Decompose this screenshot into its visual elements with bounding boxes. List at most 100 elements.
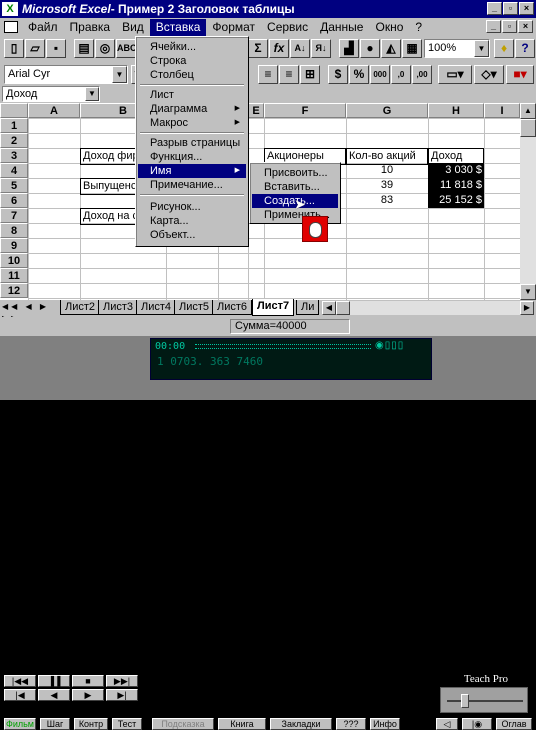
- grid-icon[interactable]: ▦: [402, 39, 422, 58]
- cell-g4[interactable]: 10: [346, 163, 428, 178]
- spelling-icon[interactable]: ABC: [116, 39, 137, 58]
- pause-icon[interactable]: ▐▐: [38, 675, 70, 687]
- menu-item-macro[interactable]: Макрос ▶: [138, 116, 246, 130]
- menu-item-map[interactable]: Карта...: [138, 214, 189, 228]
- document-icon[interactable]: [4, 21, 18, 33]
- menu-item-row[interactable]: Строка: [138, 54, 186, 68]
- menu-item-page-break[interactable]: Разрыв страницы: [138, 136, 240, 150]
- row-header[interactable]: 8: [0, 223, 28, 238]
- control-button[interactable]: Контр: [74, 718, 108, 730]
- col-header-e[interactable]: E: [248, 103, 264, 118]
- tab-scroll-icon[interactable]: ◀◀ ◀ ▶ ▶▶: [2, 301, 58, 323]
- row-header[interactable]: 11: [0, 268, 28, 283]
- menu-item-note[interactable]: Примечание...: [138, 178, 223, 192]
- doc-restore-icon[interactable]: ▫: [502, 20, 517, 33]
- col-header-f[interactable]: F: [264, 103, 346, 118]
- menu-item-chart[interactable]: Диаграмма ▶: [138, 102, 246, 116]
- prev-icon[interactable]: |◀: [4, 689, 36, 701]
- menu-view[interactable]: Вид: [116, 19, 150, 36]
- print-icon[interactable]: ▤: [74, 39, 94, 58]
- minimize-icon[interactable]: _: [487, 2, 502, 15]
- chart-wizard-icon[interactable]: ▟: [339, 39, 359, 58]
- chevron-down-icon[interactable]: ▼: [85, 87, 99, 101]
- doc-minimize-icon[interactable]: _: [486, 20, 501, 33]
- map-icon[interactable]: ●: [360, 39, 380, 58]
- thousands-icon[interactable]: 000: [370, 65, 390, 84]
- menu-data[interactable]: Данные: [314, 19, 369, 36]
- cell-h5[interactable]: 11 818 $: [428, 178, 484, 193]
- zoom-select[interactable]: 100% ▼: [424, 39, 490, 58]
- step-button[interactable]: Шаг: [40, 718, 70, 730]
- tab-sheet2[interactable]: Лист2: [60, 300, 101, 315]
- menu-item-function[interactable]: Функция...: [138, 150, 202, 164]
- col-header-h[interactable]: H: [428, 103, 484, 118]
- menu-window[interactable]: Окно: [369, 19, 409, 36]
- menu-item-name[interactable]: Имя ▶: [138, 164, 246, 178]
- save-icon[interactable]: ▪: [46, 39, 66, 58]
- menu-item-sheet[interactable]: Лист: [138, 88, 174, 102]
- col-header-a[interactable]: A: [28, 103, 80, 118]
- scroll-down-icon[interactable]: ▼: [520, 284, 536, 300]
- volume-thumb[interactable]: [461, 694, 469, 708]
- record-icon[interactable]: |◉: [462, 718, 492, 730]
- menu-edit[interactable]: Правка: [64, 19, 117, 36]
- play-icon[interactable]: ▶: [72, 689, 104, 701]
- tab-sheet7[interactable]: Лист7: [252, 299, 295, 316]
- menu-item-cells[interactable]: Ячейки...: [138, 40, 196, 54]
- menu-help[interactable]: ?: [409, 19, 428, 36]
- align-right-icon[interactable]: ≡: [279, 65, 299, 84]
- row-header[interactable]: 5: [0, 178, 28, 193]
- film-button[interactable]: Фильм: [4, 718, 36, 730]
- menu-tools[interactable]: Сервис: [261, 19, 314, 36]
- hscroll-track[interactable]: [350, 301, 520, 315]
- submenu-item-define[interactable]: Присвоить...: [252, 166, 338, 180]
- menu-item-column[interactable]: Столбец: [138, 68, 194, 82]
- row-header[interactable]: 2: [0, 133, 28, 148]
- decrease-decimal-icon[interactable]: ,00: [412, 65, 432, 84]
- doc-close-icon[interactable]: ×: [518, 20, 533, 33]
- maximize-icon[interactable]: ▫: [503, 2, 518, 15]
- row-header[interactable]: 12: [0, 283, 28, 298]
- col-header-g[interactable]: G: [346, 103, 428, 118]
- sort-asc-icon[interactable]: A↓: [290, 39, 310, 58]
- menu-item-picture[interactable]: Рисунок...: [138, 200, 201, 214]
- tab-sheet4[interactable]: Лист4: [136, 300, 177, 315]
- menu-file[interactable]: Файл: [22, 19, 64, 36]
- hscroll-right-icon[interactable]: ▶: [520, 301, 534, 315]
- step-back-icon[interactable]: ◀: [38, 689, 70, 701]
- hint-button[interactable]: Подсказка: [152, 718, 214, 730]
- hscroll-thumb[interactable]: [336, 301, 350, 315]
- sigma-icon[interactable]: Σ: [248, 39, 268, 58]
- tab-sheet8[interactable]: Ли: [296, 300, 320, 315]
- font-color-icon[interactable]: ■▾: [506, 65, 534, 84]
- stop-icon[interactable]: ■: [72, 675, 104, 687]
- menu-format[interactable]: Формат: [206, 19, 261, 36]
- row-header[interactable]: 7: [0, 208, 28, 223]
- new-icon[interactable]: ▯: [4, 39, 24, 58]
- percent-icon[interactable]: %: [349, 65, 369, 84]
- hscroll-left-icon[interactable]: ◀: [322, 301, 336, 315]
- merge-center-icon[interactable]: ⊞: [300, 65, 320, 84]
- drawing-icon[interactable]: ◭: [381, 39, 401, 58]
- row-header[interactable]: 3: [0, 148, 28, 163]
- menu-item-object[interactable]: Объект...: [138, 228, 195, 242]
- chevron-down-icon[interactable]: ▼: [112, 66, 127, 83]
- chevron-down-icon[interactable]: ▼: [474, 40, 489, 57]
- volume-slider[interactable]: [440, 687, 528, 713]
- font-select[interactable]: Arial Cyr ▼: [4, 65, 128, 84]
- vertical-scrollbar[interactable]: ▲ ▼: [520, 103, 536, 300]
- bookmarks-button[interactable]: Закладки: [270, 718, 332, 730]
- contents-button[interactable]: Оглав: [496, 718, 532, 730]
- row-header[interactable]: 4: [0, 163, 28, 178]
- open-icon[interactable]: ▱: [25, 39, 45, 58]
- align-center-icon[interactable]: ≡: [258, 65, 278, 84]
- currency-icon[interactable]: $: [328, 65, 348, 84]
- fill-color-icon[interactable]: ◇▾: [474, 65, 504, 84]
- row-header[interactable]: 1: [0, 118, 28, 133]
- help-icon[interactable]: ?: [515, 39, 535, 58]
- sort-desc-icon[interactable]: Я↓: [311, 39, 331, 58]
- book-button[interactable]: Книга: [218, 718, 266, 730]
- help-button[interactable]: ???: [336, 718, 366, 730]
- next-icon[interactable]: ▶|: [106, 689, 138, 701]
- tab-sheet5[interactable]: Лист5: [174, 300, 215, 315]
